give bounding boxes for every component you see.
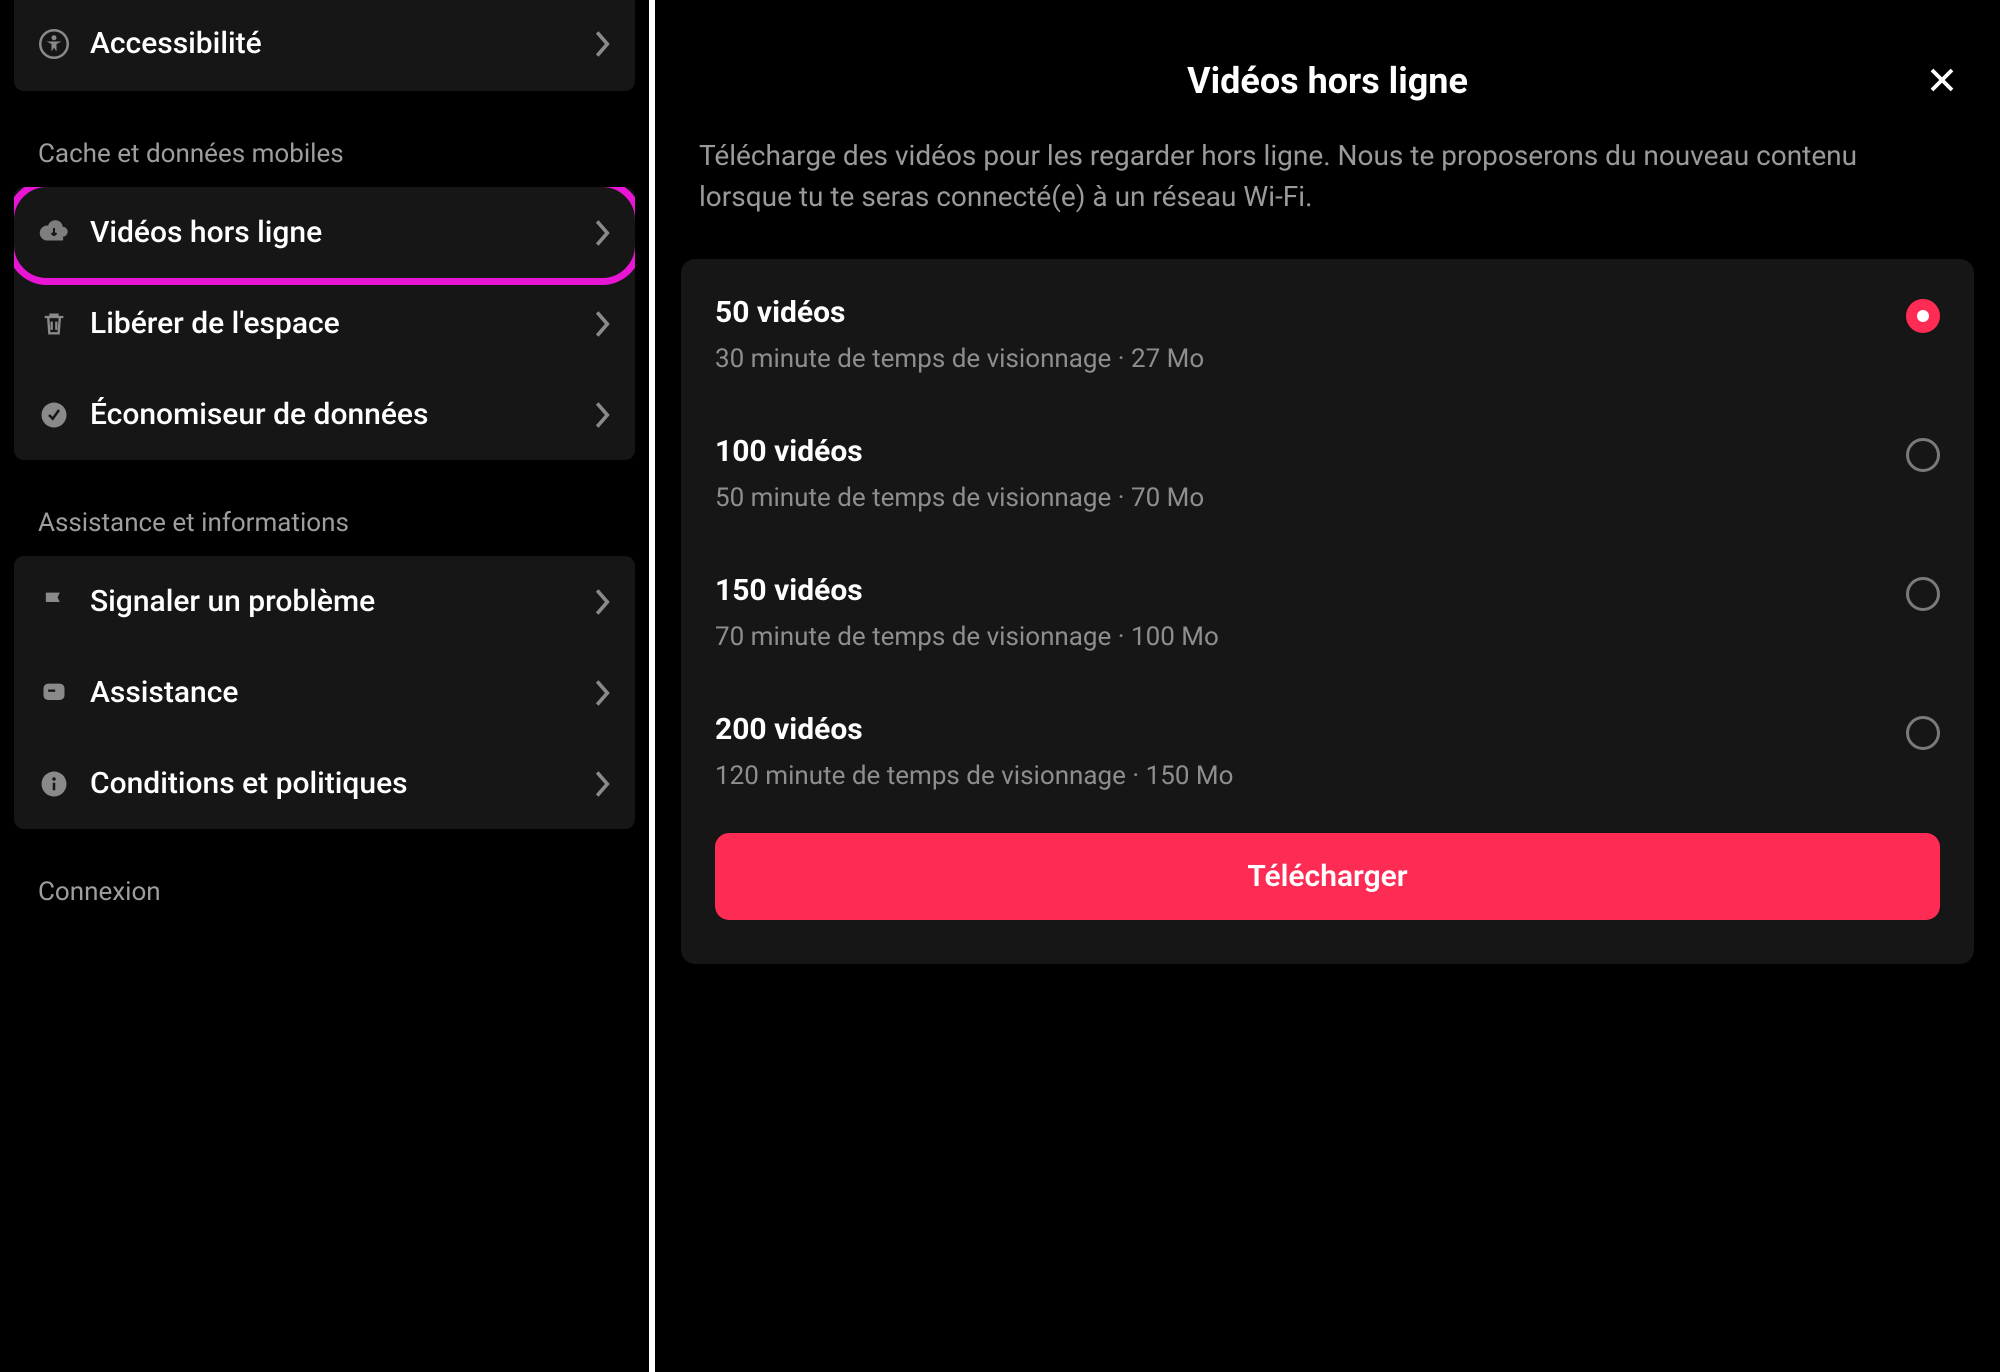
modal-title: Vidéos hors ligne: [1187, 60, 1468, 102]
cloud-download-icon: [38, 217, 70, 249]
modal-description: Télécharge des vidéos pour les regarder …: [655, 132, 2000, 247]
settings-item-label: Économiseur de données: [90, 397, 575, 432]
flag-icon: [38, 586, 70, 618]
chat-icon: [38, 677, 70, 709]
radio-unselected-icon[interactable]: [1906, 716, 1940, 750]
section-header-login: Connexion: [14, 859, 635, 925]
option-body: 50 vidéos 30 minute de temps de visionna…: [715, 295, 1882, 374]
radio-unselected-icon[interactable]: [1906, 438, 1940, 472]
radio-selected-icon[interactable]: [1906, 299, 1940, 333]
settings-item-offline-videos[interactable]: Vidéos hors ligne: [14, 187, 635, 278]
download-button[interactable]: Télécharger: [715, 833, 1940, 920]
settings-pane: Accessibilité Cache et données mobiles V…: [0, 0, 655, 1372]
settings-item-accessibility[interactable]: Accessibilité: [14, 0, 635, 91]
option-50-videos[interactable]: 50 vidéos 30 minute de temps de visionna…: [681, 265, 1974, 404]
settings-item-report-problem[interactable]: Signaler un problème: [14, 556, 635, 647]
chevron-right-icon: [595, 311, 611, 337]
chevron-right-icon: [595, 589, 611, 615]
chevron-right-icon: [595, 771, 611, 797]
option-body: 200 vidéos 120 minute de temps de vision…: [715, 712, 1882, 791]
option-title: 100 vidéos: [715, 434, 1882, 469]
option-body: 100 vidéos 50 minute de temps de visionn…: [715, 434, 1882, 513]
modal-header: Vidéos hors ligne: [655, 0, 2000, 132]
close-button[interactable]: [1924, 62, 1960, 98]
chevron-right-icon: [595, 220, 611, 246]
option-subtitle: 30 minute de temps de visionnage · 27 Mo: [715, 344, 1882, 374]
info-icon: [38, 768, 70, 800]
option-100-videos[interactable]: 100 vidéos 50 minute de temps de visionn…: [681, 404, 1974, 543]
settings-item-assistance[interactable]: Assistance: [14, 647, 635, 738]
settings-item-label: Conditions et politiques: [90, 766, 575, 801]
radio-unselected-icon[interactable]: [1906, 577, 1940, 611]
data-saver-icon: [38, 399, 70, 431]
section-header-support: Assistance et informations: [14, 490, 635, 556]
chevron-right-icon: [595, 402, 611, 428]
settings-group-accessibility: Accessibilité: [14, 0, 635, 91]
settings-item-label: Libérer de l'espace: [90, 306, 575, 341]
option-title: 50 vidéos: [715, 295, 1882, 330]
section-header-cache: Cache et données mobiles: [14, 121, 635, 187]
highlight-offline-videos: Vidéos hors ligne: [14, 187, 635, 285]
option-subtitle: 70 minute de temps de visionnage · 100 M…: [715, 622, 1882, 652]
option-subtitle: 50 minute de temps de visionnage · 70 Mo: [715, 483, 1882, 513]
settings-item-label: Signaler un problème: [90, 584, 575, 619]
trash-icon: [38, 308, 70, 340]
option-150-videos[interactable]: 150 vidéos 70 minute de temps de visionn…: [681, 543, 1974, 682]
settings-item-label: Accessibilité: [90, 26, 575, 61]
option-200-videos[interactable]: 200 vidéos 120 minute de temps de vision…: [681, 682, 1974, 821]
accessibility-icon: [38, 28, 70, 60]
settings-item-terms[interactable]: Conditions et politiques: [14, 738, 635, 829]
chevron-right-icon: [595, 31, 611, 57]
option-body: 150 vidéos 70 minute de temps de visionn…: [715, 573, 1882, 652]
options-card: 50 vidéos 30 minute de temps de visionna…: [681, 259, 1974, 964]
settings-item-data-saver[interactable]: Économiseur de données: [14, 369, 635, 460]
settings-group-support: Signaler un problème Assistance Conditio…: [14, 556, 635, 829]
settings-group-cache: Vidéos hors ligne Libérer de l'espace Éc…: [14, 187, 635, 460]
option-title: 200 vidéos: [715, 712, 1882, 747]
settings-item-label: Vidéos hors ligne: [90, 215, 575, 250]
offline-videos-modal: Vidéos hors ligne Télécharge des vidéos …: [655, 0, 2000, 1372]
option-subtitle: 120 minute de temps de visionnage · 150 …: [715, 761, 1882, 791]
chevron-right-icon: [595, 680, 611, 706]
option-title: 150 vidéos: [715, 573, 1882, 608]
settings-item-free-space[interactable]: Libérer de l'espace: [14, 278, 635, 369]
settings-item-label: Assistance: [90, 675, 575, 710]
